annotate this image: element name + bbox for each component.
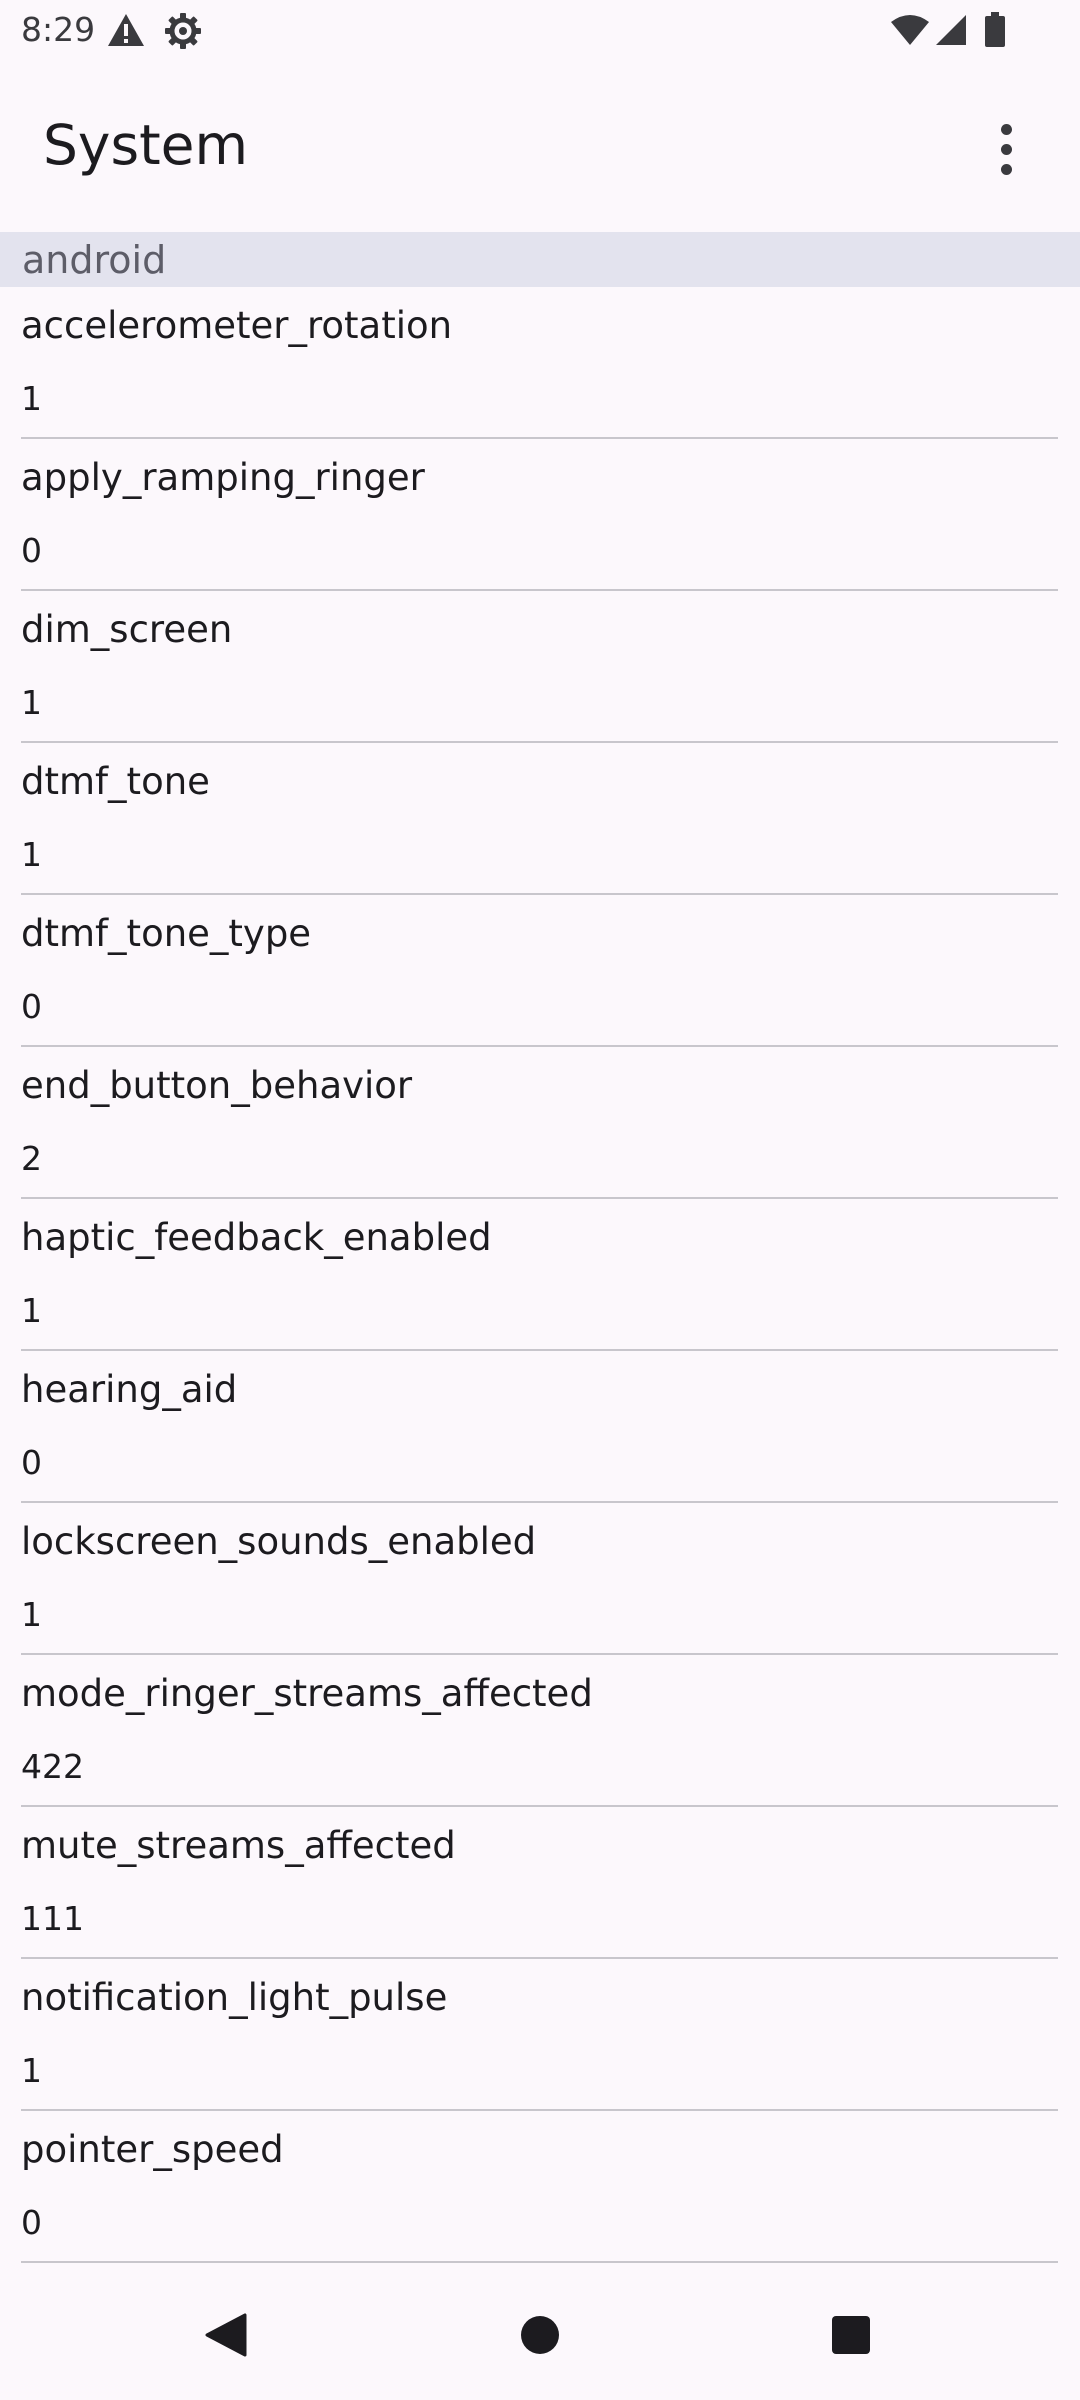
setting-key: lockscreen_sounds_enabled bbox=[21, 1520, 537, 1563]
list-item[interactable]: dtmf_tone 1 bbox=[0, 743, 1080, 895]
cellular-signal-icon bbox=[935, 14, 967, 51]
status-time: 8:29 bbox=[21, 10, 96, 49]
list-item[interactable]: mute_streams_affected 111 bbox=[0, 1807, 1080, 1959]
setting-value: 111 bbox=[21, 1899, 84, 1938]
setting-value: 0 bbox=[21, 987, 42, 1026]
section-header-label: android bbox=[22, 238, 167, 282]
setting-key: dim_screen bbox=[21, 608, 233, 651]
setting-value: 1 bbox=[21, 379, 42, 418]
wifi-icon bbox=[890, 14, 930, 51]
section-header: android bbox=[0, 232, 1080, 287]
alert-triangle-icon bbox=[107, 12, 145, 53]
divider bbox=[21, 2261, 1058, 2263]
setting-key: dtmf_tone bbox=[21, 760, 210, 803]
home-button[interactable] bbox=[495, 2290, 585, 2380]
setting-key: end_button_behavior bbox=[21, 1064, 413, 1107]
recents-button[interactable] bbox=[806, 2290, 896, 2380]
list-item[interactable]: accelerometer_rotation 1 bbox=[0, 287, 1080, 439]
back-icon bbox=[205, 2313, 247, 2357]
settings-list: accelerometer_rotation 1 apply_ramping_r… bbox=[0, 287, 1080, 2263]
setting-value: 1 bbox=[21, 683, 42, 722]
navigation-bar bbox=[0, 2268, 1080, 2400]
list-item[interactable]: apply_ramping_ringer 0 bbox=[0, 439, 1080, 591]
setting-key: pointer_speed bbox=[21, 2128, 284, 2171]
more-vert-icon bbox=[1000, 123, 1012, 135]
setting-key: mute_streams_affected bbox=[21, 1824, 456, 1867]
back-button[interactable] bbox=[180, 2290, 270, 2380]
setting-value: 422 bbox=[21, 1747, 84, 1786]
page-title: System bbox=[43, 113, 249, 177]
list-item[interactable]: end_button_behavior 2 bbox=[0, 1047, 1080, 1199]
setting-value: 1 bbox=[21, 1291, 42, 1330]
setting-key: dtmf_tone_type bbox=[21, 912, 312, 955]
setting-key: accelerometer_rotation bbox=[21, 304, 453, 347]
setting-key: apply_ramping_ringer bbox=[21, 456, 425, 499]
setting-value: 0 bbox=[21, 2203, 42, 2242]
setting-key: haptic_feedback_enabled bbox=[21, 1216, 492, 1259]
list-item[interactable]: notification_light_pulse 1 bbox=[0, 1959, 1080, 2111]
setting-key: notification_light_pulse bbox=[21, 1976, 448, 2019]
setting-value: 1 bbox=[21, 835, 42, 874]
setting-value: 2 bbox=[21, 1139, 42, 1178]
app-bar: System bbox=[0, 62, 1080, 232]
more-options-button[interactable] bbox=[976, 114, 1036, 184]
settings-gear-icon bbox=[164, 12, 202, 55]
list-item[interactable]: hearing_aid 0 bbox=[0, 1351, 1080, 1503]
setting-key: hearing_aid bbox=[21, 1368, 238, 1411]
setting-value: 0 bbox=[21, 1443, 42, 1482]
setting-value: 1 bbox=[21, 2051, 42, 2090]
status-bar: 8:29 bbox=[0, 0, 1080, 62]
list-item[interactable]: haptic_feedback_enabled 1 bbox=[0, 1199, 1080, 1351]
setting-value: 1 bbox=[21, 1595, 42, 1634]
list-item[interactable]: mode_ringer_streams_affected 422 bbox=[0, 1655, 1080, 1807]
list-item[interactable]: lockscreen_sounds_enabled 1 bbox=[0, 1503, 1080, 1655]
home-icon bbox=[521, 2316, 559, 2354]
recents-icon bbox=[832, 2316, 870, 2354]
setting-key: mode_ringer_streams_affected bbox=[21, 1672, 593, 1715]
battery-icon bbox=[984, 12, 1006, 53]
setting-value: 0 bbox=[21, 531, 42, 570]
list-item[interactable]: dim_screen 1 bbox=[0, 591, 1080, 743]
list-item[interactable]: dtmf_tone_type 0 bbox=[0, 895, 1080, 1047]
list-item[interactable]: pointer_speed 0 bbox=[0, 2111, 1080, 2263]
